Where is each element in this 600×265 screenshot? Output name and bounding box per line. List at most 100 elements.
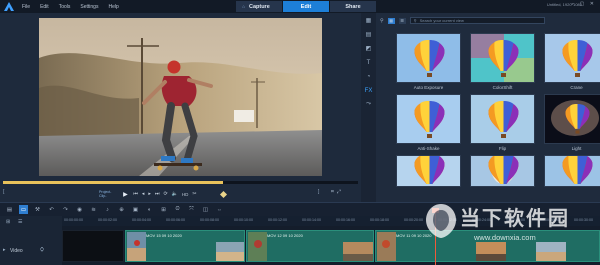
home-icon[interactable]: ⌂: [242, 4, 245, 9]
menu-file[interactable]: File: [22, 4, 30, 10]
video-track: MOV 15 09 10 2020 MOV 12 09 10 2020 MOV …: [62, 226, 600, 265]
filter-item[interactable]: [470, 155, 535, 187]
hd-preview-toggle[interactable]: HD: [182, 192, 189, 197]
filter-item[interactable]: Flip: [470, 94, 535, 153]
undo-icon[interactable]: ↶: [47, 205, 56, 214]
play-icon[interactable]: ▶: [121, 190, 129, 198]
clip-thumbnail: [127, 232, 146, 261]
timeline-clip-3[interactable]: MOV 11 09 10 2020: [375, 230, 600, 262]
clip-filmstrip-thumbnail: [216, 242, 244, 261]
media-library-icon[interactable]: ▦: [365, 17, 372, 24]
graphics-icon[interactable]: ◔: [365, 73, 372, 80]
ruler-tick-label: 00:00:28:00: [540, 218, 559, 222]
transition-icon[interactable]: ◩: [365, 45, 372, 52]
filter-item[interactable]: ColorShift: [470, 33, 535, 92]
playhead[interactable]: [435, 212, 436, 265]
tab-share-label: Share: [345, 3, 361, 10]
tab-share[interactable]: Share: [330, 1, 376, 12]
filter-item[interactable]: Crane: [544, 33, 600, 92]
track-visibility-icon[interactable]: ▸: [3, 247, 6, 253]
track-lock-icon[interactable]: ⛭: [40, 247, 44, 253]
next-frame-icon[interactable]: ▸: [148, 191, 151, 197]
mask-icon[interactable]: ◐: [145, 205, 154, 214]
ruler-tick-label: 00:00:18:00: [370, 218, 389, 222]
fullscreen-icon[interactable]: ⤢: [337, 189, 341, 195]
repeat-icon[interactable]: ⟳: [163, 191, 167, 197]
clip-mode-label: Clip-: [99, 194, 107, 198]
filter-item[interactable]: [544, 155, 600, 187]
toolbox-icon[interactable]: ⚒: [33, 205, 42, 214]
workspace-tabs: ⌂ Capture Edit Share: [236, 1, 377, 12]
multicam-icon[interactable]: ⊞: [159, 205, 168, 214]
clip-filmstrip-thumbnail: [476, 242, 506, 261]
filter-item[interactable]: Light: [544, 94, 600, 153]
search-icon: ⚲: [413, 18, 417, 23]
filter-label: Anti-Shake: [417, 146, 440, 151]
filter-item[interactable]: Anti-Shake: [396, 94, 461, 153]
go-to-start-icon[interactable]: ⏮: [133, 191, 138, 197]
ruler-tick-label: 00:00:02:00: [98, 218, 117, 222]
menu-help[interactable]: Help: [108, 4, 118, 10]
title-icon[interactable]: T: [365, 59, 372, 66]
mark-out-icon[interactable]: ]: [318, 189, 319, 195]
ruler-tick-label: 00:00:16:00: [336, 218, 355, 222]
timeline-clip-black[interactable]: [62, 230, 124, 262]
ruler-tick-label: 00:00:14:00: [302, 218, 321, 222]
sound-mixer-icon[interactable]: ≋: [89, 205, 98, 214]
previous-frame-icon[interactable]: ◂: [142, 191, 145, 197]
go-to-end-icon[interactable]: ⏭: [155, 191, 160, 197]
filter-thumbnail: [544, 155, 600, 187]
filter-item[interactable]: Auto Exposure: [396, 33, 461, 92]
timeline-ruler[interactable]: 00:00:00:00 00:00:02:00 00:00:04:00 00:00:0…: [62, 216, 600, 226]
timeline-clip-2[interactable]: MOV 12 09 10 2020: [246, 230, 374, 262]
filter-thumbnail: [544, 94, 600, 144]
crop-icon[interactable]: ⌗: [331, 189, 334, 195]
auto-music-icon[interactable]: ♪: [103, 205, 112, 214]
instant-project-icon[interactable]: ▤: [365, 31, 372, 38]
motion-tracking-icon[interactable]: ⊕: [117, 205, 126, 214]
menu-settings[interactable]: Settings: [80, 4, 98, 10]
filter-library-panel: ⚲ ▦ ☰ ⚲ Search your current view Auto Ex…: [376, 13, 600, 202]
filter-label: Crane: [570, 85, 583, 90]
timeline-clip-1[interactable]: MOV 15 09 10 2020: [125, 230, 245, 262]
mark-in-icon[interactable]: [: [3, 189, 4, 195]
preview-scrubber[interactable]: [3, 181, 358, 184]
ruler-tick-label: 00:00:30:00: [574, 218, 593, 222]
record-icon[interactable]: ◉: [75, 205, 84, 214]
volume-icon[interactable]: 🔈: [172, 191, 178, 197]
window-controls[interactable]: – ▢ ✕: [572, 1, 596, 7]
redo-icon[interactable]: ↷: [61, 205, 70, 214]
subtitle-icon[interactable]: ▣: [131, 205, 140, 214]
add-track-icon[interactable]: ⊞: [6, 219, 10, 225]
zoom-fit-icon[interactable]: ⇔: [215, 205, 224, 214]
project-clip-toggle[interactable]: Project- Clip-: [99, 190, 111, 198]
split-clip-icon[interactable]: ✂: [192, 191, 196, 197]
menu-tools[interactable]: Tools: [59, 4, 71, 10]
split-screen-icon[interactable]: ◫: [201, 205, 210, 214]
tab-edit[interactable]: Edit: [283, 1, 329, 12]
menu-bar: File Edit Tools Settings Help: [22, 4, 119, 10]
speed-icon[interactable]: ⏲: [173, 205, 182, 214]
storyboard-view-icon[interactable]: ▤: [5, 205, 14, 214]
show-all-tracks-icon[interactable]: ☰: [18, 219, 22, 225]
filter-item[interactable]: [396, 155, 461, 187]
timeline-view-icon[interactable]: ▭: [19, 205, 28, 214]
tab-capture[interactable]: ⌂ Capture: [236, 1, 282, 12]
path-icon[interactable]: ⤳: [365, 101, 372, 108]
filter-label: Flip: [498, 146, 507, 151]
fx-filter-icon[interactable]: FX: [365, 87, 373, 94]
menu-edit[interactable]: Edit: [40, 4, 49, 10]
clip-filmstrip-thumbnail: [536, 242, 566, 261]
thumbnail-view-button[interactable]: ▦: [387, 17, 395, 24]
clip-thumbnail: [377, 232, 396, 261]
scrubber-handle[interactable]: [219, 190, 227, 199]
filter-label: Light: [571, 146, 582, 151]
preview-right-controls: ⌗ ⤢: [331, 189, 341, 195]
video-preview[interactable]: [39, 18, 322, 176]
filter-thumbnail: [396, 33, 461, 83]
ruler-tick-label: 00:00:00:00: [64, 218, 83, 222]
library-search-input[interactable]: ⚲ Search your current view: [409, 17, 545, 24]
filter-toggle-icon[interactable]: ⚲: [380, 18, 384, 24]
list-view-button[interactable]: ☰: [398, 17, 406, 24]
pan-zoom-icon[interactable]: ⤧: [187, 205, 196, 214]
